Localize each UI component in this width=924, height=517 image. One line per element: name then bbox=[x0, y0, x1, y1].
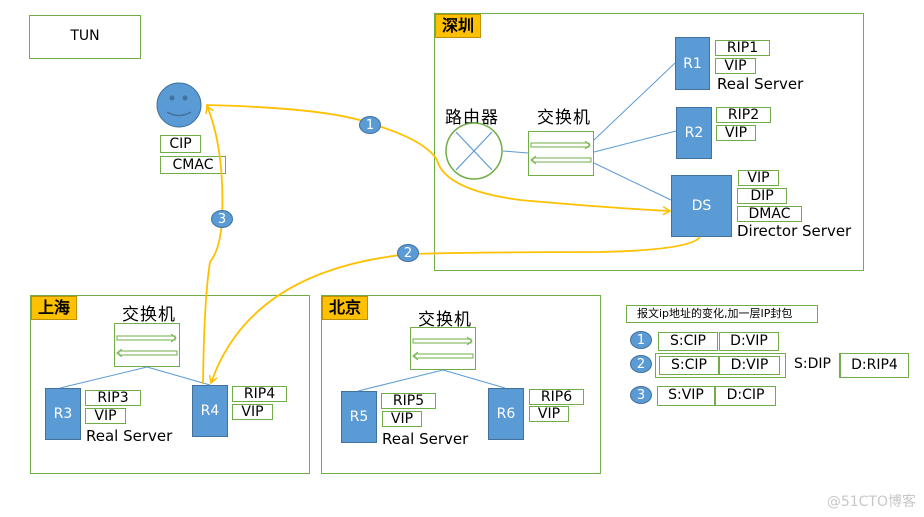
flow-badge-3: 3 bbox=[211, 210, 233, 228]
r3-vip-tag: VIP bbox=[85, 408, 126, 424]
legend-title: 报文ip地址的变化,加一层IP封包 bbox=[637, 307, 793, 320]
r1-caption: Real Server bbox=[717, 75, 804, 93]
ds-caption: Director Server bbox=[737, 222, 852, 240]
watermark: @51CTO博客 bbox=[826, 494, 916, 510]
ds-vip-tag: VIP bbox=[738, 170, 779, 186]
r5-vip-tag: VIP bbox=[382, 411, 422, 427]
legend-step-2: 2 bbox=[630, 355, 652, 373]
r4-vip-tag: VIP bbox=[232, 404, 273, 420]
ds-dmac-tag: DMAC bbox=[737, 206, 802, 222]
server-r2[interactable]: R2 bbox=[676, 107, 712, 159]
legend-1-seg-2: D:VIP bbox=[719, 332, 779, 351]
client-cip-tag: CIP bbox=[160, 135, 201, 153]
legend-1-seg-1: S:CIP bbox=[658, 332, 718, 351]
server-r3-label: R3 bbox=[53, 406, 73, 422]
r6-vip-tag: VIP bbox=[529, 406, 569, 422]
r2-vip-tag: VIP bbox=[716, 125, 756, 141]
switch-arrows-icon bbox=[116, 333, 178, 358]
r5-rip-tag: RIP5 bbox=[381, 393, 436, 409]
r5-caption: Real Server bbox=[382, 430, 469, 448]
legend-3-seg-2: D:CIP bbox=[715, 386, 776, 406]
title-box: TUN bbox=[29, 15, 141, 59]
legend-2-seg-4: D:RIP4 bbox=[840, 353, 909, 378]
client-cmac-tag: CMAC bbox=[160, 156, 226, 174]
legend-2-seg-3: S:DIP bbox=[785, 353, 840, 378]
r1-vip-tag: VIP bbox=[715, 58, 756, 74]
switch-label-shenzhen: 交换机 bbox=[537, 108, 591, 128]
server-r5[interactable]: R5 bbox=[341, 391, 377, 443]
r3-rip-tag: RIP3 bbox=[85, 390, 141, 406]
server-r1[interactable]: R1 bbox=[675, 37, 710, 90]
region-name: 深圳 bbox=[435, 14, 482, 38]
region-name: 上海 bbox=[31, 296, 78, 320]
server-r1-label: R1 bbox=[683, 55, 702, 72]
legend-step-1: 1 bbox=[630, 331, 652, 349]
server-r4-label: R4 bbox=[200, 403, 220, 419]
server-r4[interactable]: R4 bbox=[192, 385, 228, 437]
r3-caption: Real Server bbox=[86, 427, 173, 445]
switch-label-shanghai: 交换机 bbox=[122, 305, 176, 325]
ds-dip-tag: DIP bbox=[737, 188, 787, 204]
legend-step-3: 3 bbox=[630, 386, 652, 404]
legend-2-seg-2: D:VIP bbox=[719, 356, 780, 375]
title-label: TUN bbox=[70, 28, 100, 44]
legend-2-seg-1: S:CIP bbox=[659, 356, 719, 375]
switch-arrows-icon bbox=[412, 336, 474, 361]
switch-icon-shenzhen bbox=[528, 131, 594, 176]
legend-3-seg-1: S:VIP bbox=[657, 386, 715, 406]
server-ds-label: DS bbox=[691, 198, 712, 214]
switch-icon-shanghai bbox=[114, 323, 180, 367]
router-icon bbox=[445, 122, 503, 180]
switch-arrows-icon bbox=[530, 140, 592, 165]
region-name: 北京 bbox=[322, 296, 369, 320]
flow-badge-1: 1 bbox=[359, 116, 381, 134]
server-r6[interactable]: R6 bbox=[488, 388, 524, 440]
r1-rip-tag: RIP1 bbox=[715, 40, 770, 56]
server-r3[interactable]: R3 bbox=[45, 388, 81, 440]
server-r5-label: R5 bbox=[349, 409, 369, 425]
server-ds[interactable]: DS bbox=[671, 175, 732, 237]
server-r6-label: R6 bbox=[496, 406, 516, 422]
r6-rip-tag: RIP6 bbox=[529, 389, 584, 405]
smiley-face-icon bbox=[156, 82, 202, 128]
server-r2-label: R2 bbox=[684, 125, 704, 141]
legend-title-box: 报文ip地址的变化,加一层IP封包 bbox=[626, 305, 818, 323]
r2-rip-tag: RIP2 bbox=[716, 107, 771, 123]
flow-badge-2: 2 bbox=[397, 244, 419, 262]
r4-rip-tag: RIP4 bbox=[232, 386, 287, 402]
switch-icon-beijing bbox=[410, 327, 476, 370]
